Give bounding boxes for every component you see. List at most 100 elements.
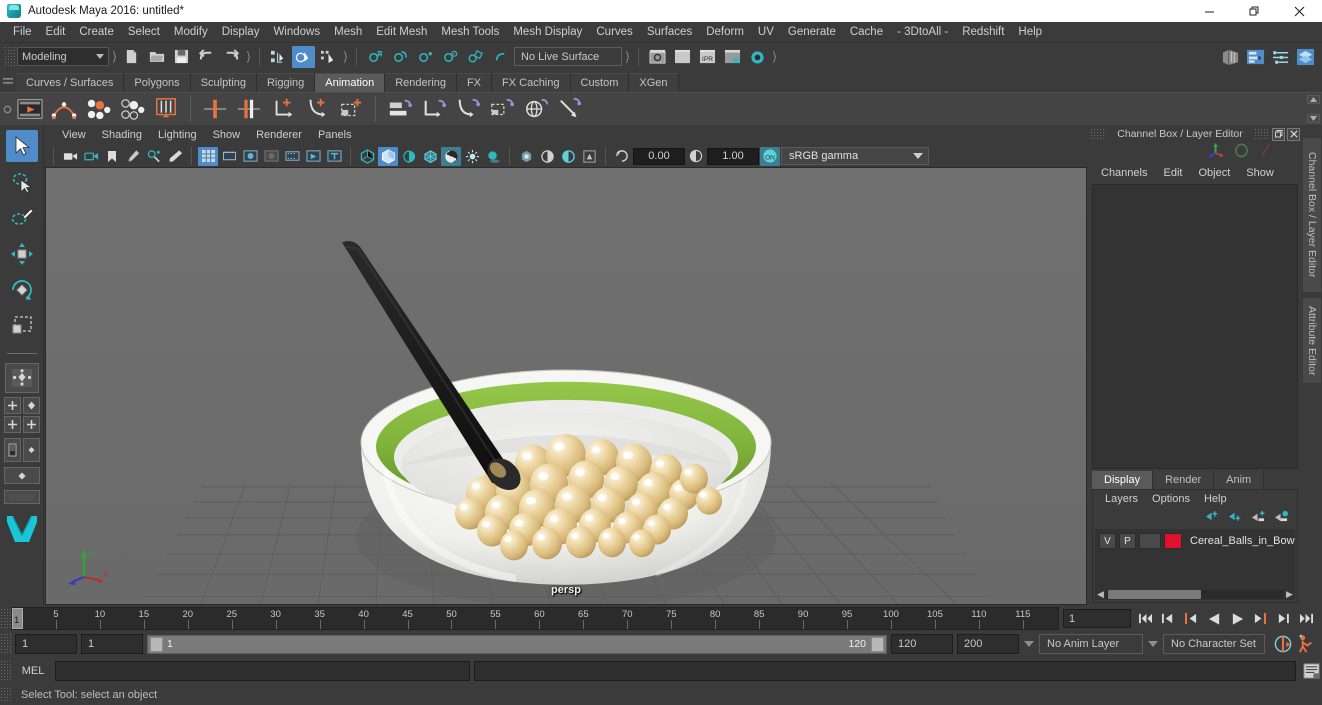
shelf-scroll-up-icon[interactable] xyxy=(1307,95,1320,104)
playblast-icon[interactable] xyxy=(14,93,46,125)
go-to-start-button[interactable] xyxy=(1135,609,1155,629)
menu-edit[interactable]: Edit xyxy=(39,23,73,41)
menu-help[interactable]: Help xyxy=(1011,23,1049,41)
rotate-tool[interactable] xyxy=(6,274,38,306)
shelf-scroll-down-icon[interactable] xyxy=(1307,114,1320,123)
select-by-object-type-icon[interactable] xyxy=(292,45,315,68)
menu-display[interactable]: Display xyxy=(215,23,267,41)
xray-active-components-icon[interactable] xyxy=(579,147,599,166)
range-start-handle[interactable] xyxy=(150,636,163,652)
play-backwards-button[interactable] xyxy=(1204,609,1224,629)
step-forward-key-button[interactable] xyxy=(1273,609,1293,629)
character-set-field[interactable]: No Character Set xyxy=(1163,634,1265,654)
layer-tab-display[interactable]: Display xyxy=(1092,471,1154,489)
menu-redshift[interactable]: Redshift xyxy=(955,23,1011,41)
script-editor-icon[interactable] xyxy=(1300,661,1322,681)
animation-end-time-field[interactable]: 200 xyxy=(957,634,1019,654)
channel-box-undock-button[interactable] xyxy=(1272,127,1285,141)
motion-trail-icon[interactable] xyxy=(48,93,80,125)
menu-set-selector[interactable]: Modeling xyxy=(17,47,109,66)
gate-mask-icon[interactable] xyxy=(261,147,281,166)
camera-attributes-icon[interactable] xyxy=(81,147,101,166)
menu-mesh-tools[interactable]: Mesh Tools xyxy=(434,23,506,41)
channel-box-attribute-list[interactable] xyxy=(1092,184,1298,469)
playback-start-time-field[interactable]: 1 xyxy=(81,634,143,654)
menu-select[interactable]: Select xyxy=(121,23,167,41)
step-forward-frame-button[interactable] xyxy=(1250,609,1270,629)
shelf-tab-polygons[interactable]: Polygons xyxy=(124,73,191,92)
auto-keyframe-icon[interactable] xyxy=(1273,634,1293,654)
select-by-hierarchy-icon[interactable] xyxy=(267,46,290,68)
shelf-grip[interactable] xyxy=(0,70,16,92)
hypershade-icon[interactable] xyxy=(746,46,769,68)
close-button[interactable] xyxy=(1277,0,1322,22)
shade-selected-icon[interactable] xyxy=(399,147,419,166)
panel-menu-panels[interactable]: Panels xyxy=(310,128,360,142)
layer-playback-toggle[interactable]: P xyxy=(1119,533,1136,549)
constraint-point-icon[interactable] xyxy=(486,93,518,125)
panel-drag-grip-right[interactable] xyxy=(1254,128,1270,140)
panel-menu-lighting[interactable]: Lighting xyxy=(150,128,205,142)
time-slider-grip[interactable] xyxy=(0,607,11,630)
layer-menu-options[interactable]: Options xyxy=(1145,493,1197,505)
scroll-left-icon[interactable]: ◀ xyxy=(1095,589,1106,600)
texture-mode-icon[interactable] xyxy=(441,146,461,166)
show-tool-settings-icon[interactable] xyxy=(1269,46,1291,68)
layer-list-horizontal-scrollbar[interactable]: ◀ ▶ xyxy=(1095,588,1295,600)
menu-uv[interactable]: UV xyxy=(751,23,781,41)
side-tab-channel-box[interactable]: Channel Box / Layer Editor xyxy=(1302,137,1322,293)
shelf-tab-curves-surfaces[interactable]: Curves / Surfaces xyxy=(16,73,125,92)
channel-box-menu-edit[interactable]: Edit xyxy=(1156,166,1189,180)
toggle-model-panel-bar-icon[interactable] xyxy=(1219,46,1241,68)
shelf-tab-custom[interactable]: Custom xyxy=(570,73,630,92)
side-tab-attribute-editor[interactable]: Attribute Editor xyxy=(1302,296,1322,384)
menu-cache[interactable]: Cache xyxy=(843,23,890,41)
layer-name[interactable]: Cereal_Balls_in_Bowl_v xyxy=(1190,535,1295,547)
play-forwards-button[interactable] xyxy=(1227,609,1247,629)
scale-tool[interactable] xyxy=(6,310,38,342)
range-slider[interactable]: 1 120 xyxy=(147,634,887,654)
snap-to-curve-icon[interactable] xyxy=(389,46,412,68)
range-end-handle[interactable] xyxy=(871,636,884,652)
scale-handle-icon[interactable] xyxy=(1258,143,1272,163)
exposure-field[interactable]: 0.00 xyxy=(633,147,685,165)
layer-tab-render[interactable]: Render xyxy=(1153,471,1215,489)
constraint-orient-icon[interactable] xyxy=(520,93,552,125)
gamma-field[interactable]: 1.00 xyxy=(707,147,759,165)
single-perspective-layout[interactable] xyxy=(4,363,39,393)
panel-menu-show[interactable]: Show xyxy=(205,128,249,142)
set-keyframe-icon[interactable] xyxy=(150,93,182,125)
shelf-tab-xgen[interactable]: XGen xyxy=(629,73,679,92)
persp-hypergraph-layout[interactable] xyxy=(3,490,40,504)
ik-spline-handle-icon[interactable] xyxy=(418,93,450,125)
snap-to-view-plane-icon[interactable] xyxy=(464,46,487,68)
layer-list[interactable]: V P Cereal_Balls_in_Bowl_v xyxy=(1095,529,1295,588)
move-layer-up-icon[interactable] xyxy=(1205,509,1220,527)
ik-handle-tool-icon[interactable] xyxy=(384,93,416,125)
save-scene-icon[interactable] xyxy=(170,46,193,68)
help-line-grip[interactable] xyxy=(0,687,11,703)
panel-menu-renderer[interactable]: Renderer xyxy=(248,128,310,142)
shelf-tab-sculpting[interactable]: Sculpting xyxy=(190,73,257,92)
panel-drag-grip-left[interactable] xyxy=(1090,128,1106,140)
current-time-indicator[interactable]: 1 xyxy=(12,608,23,629)
layer-visibility-toggle[interactable]: V xyxy=(1099,533,1116,549)
shelf-tab-rendering[interactable]: Rendering xyxy=(385,73,457,92)
snap-to-projected-center-icon[interactable] xyxy=(439,46,462,68)
shelf-scroll-arrows[interactable] xyxy=(1307,95,1320,123)
resolution-gate-icon[interactable] xyxy=(240,147,260,166)
menu-file[interactable]: File xyxy=(6,23,39,41)
shelf-tab-rigging[interactable]: Rigging xyxy=(256,73,316,92)
menu-3dtoall[interactable]: - 3DtoAll - xyxy=(890,23,955,41)
make-live-icon[interactable] xyxy=(489,46,512,68)
channel-box-menu-show[interactable]: Show xyxy=(1239,166,1281,180)
snap-to-point-icon[interactable] xyxy=(414,46,437,68)
shelf-tab-fx-caching[interactable]: FX Caching xyxy=(492,73,571,92)
go-to-end-button[interactable] xyxy=(1296,609,1316,629)
menu-generate[interactable]: Generate xyxy=(781,23,843,41)
playback-end-time-field[interactable]: 120 xyxy=(891,634,953,654)
shelf-options-grip[interactable] xyxy=(0,93,14,125)
select-camera-icon[interactable] xyxy=(60,147,80,166)
status-line-grip[interactable] xyxy=(4,45,15,68)
command-language-label[interactable]: MEL xyxy=(15,665,51,677)
